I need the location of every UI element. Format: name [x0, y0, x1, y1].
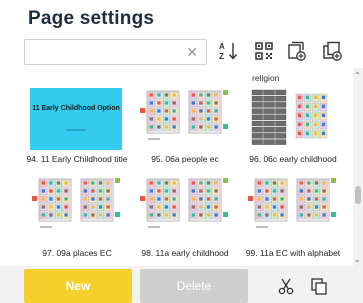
page-caption: 96. 06c early childhood — [249, 154, 337, 164]
copy-page-icon[interactable] — [321, 40, 343, 62]
clear-search-icon[interactable]: ✕ — [186, 44, 198, 61]
page-caption: 99. 11a EC with alphabet — [245, 248, 341, 258]
page-tile[interactable]: 99. 11a EC with alphabet — [240, 176, 346, 262]
scroll-up-icon[interactable]: ⌃ — [354, 71, 361, 80]
page-caption: 94. 11 Early Childhood title — [26, 154, 128, 164]
qr-code-icon[interactable] — [253, 40, 275, 62]
page-thumbnail — [246, 176, 338, 238]
search-input[interactable] — [31, 43, 181, 61]
scissors-icon[interactable] — [276, 276, 296, 296]
page-thumbnail: 11 Early Childhood Option — [30, 88, 122, 150]
svg-text:Z: Z — [219, 52, 224, 61]
grid-scrollbar[interactable]: ⌃ ⌄ — [353, 68, 363, 266]
duplicate-icon[interactable] — [309, 276, 329, 296]
new-button[interactable]: New — [24, 269, 132, 303]
page-title: Page settings — [28, 8, 155, 29]
page-tile[interactable]: 98. 11a early childhood — [132, 176, 238, 262]
page-tile[interactable]: 96. 06c early childhood — [240, 88, 346, 168]
page-grid: 11 Early Childhood Option 94. 11 Early C… — [24, 70, 346, 266]
delete-button[interactable]: Delete — [140, 269, 248, 303]
thumbnail-title: 11 Early Childhood Option — [32, 105, 120, 112]
page-thumbnail — [30, 176, 122, 238]
page-thumbnail — [138, 88, 230, 150]
page-caption: 95. 06a people ec — [151, 154, 219, 164]
add-page-icon[interactable] — [286, 40, 308, 62]
page-caption: 97. 09a places EC — [42, 248, 112, 258]
scrollbar-thumb[interactable] — [355, 186, 361, 204]
svg-text:A: A — [219, 42, 225, 51]
page-tile[interactable]: 97. 09a places EC — [24, 176, 130, 262]
page-thumbnail — [246, 88, 338, 150]
page-thumbnail — [138, 176, 230, 238]
page-tile[interactable]: 95. 06a people ec — [132, 88, 238, 168]
page-caption: 98. 11a early childhood — [141, 248, 229, 258]
search-box[interactable]: ✕ — [24, 39, 207, 65]
page-tile[interactable]: 11 Early Childhood Option 94. 11 Early C… — [24, 88, 130, 168]
scroll-down-icon[interactable]: ⌄ — [354, 255, 361, 264]
sort-az-icon[interactable]: A Z — [218, 40, 240, 62]
